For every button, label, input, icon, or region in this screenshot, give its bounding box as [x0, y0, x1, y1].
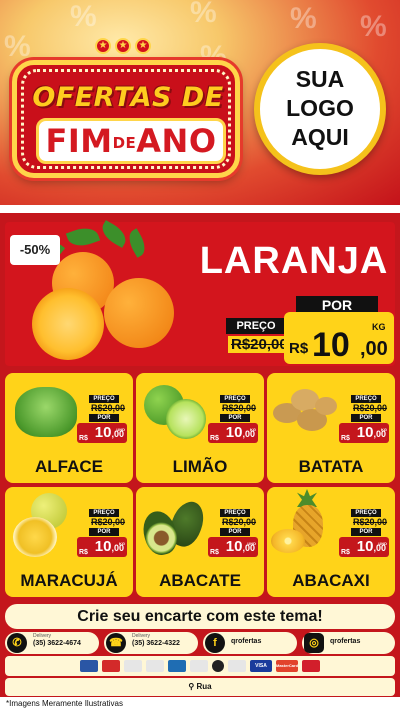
product-card: PREÇO R$20,00 POR R$ 10,00 UND ABACATE: [136, 487, 264, 597]
contact-whatsapp[interactable]: ✆ Delivery (35) 3622-4674: [5, 632, 99, 654]
mastercard-icon: MasterCard: [276, 660, 298, 672]
card-icon: [190, 660, 208, 672]
card-icon: [168, 660, 186, 672]
product-card: PREÇO R$20,00 POR R$ 10,00 KG MARACUJÁ: [5, 487, 133, 597]
address-bar: ⚲ Rua: [5, 678, 395, 696]
confetti-decoration: %: [4, 30, 31, 63]
product-name: ABACAXI: [292, 571, 370, 590]
card-icon: [212, 660, 224, 672]
footer: *Imagens Meramente Ilustrativas: [0, 697, 400, 711]
passion-fruit-half-icon: [13, 517, 57, 557]
payment-methods: VISA MasterCard: [5, 656, 395, 676]
product-name: BATATA: [298, 457, 364, 476]
product-card: PREÇO R$20,00 POR R$ 10,00 UND ALFACE: [5, 373, 133, 483]
product-name: ALFACE: [35, 457, 103, 476]
potato-icon: [315, 397, 337, 415]
confetti-decoration: %: [360, 10, 387, 43]
pineapple-slice-icon: [271, 529, 305, 553]
product-name: ABACATE: [159, 571, 241, 590]
disclaimer: *Imagens Meramente Ilustrativas: [6, 699, 123, 708]
whatsapp-icon: ✆: [7, 633, 27, 653]
star-decoration: ★ ★ ★: [95, 38, 151, 54]
card-icon: [146, 660, 164, 672]
headline-line1: OFERTAS DE: [32, 82, 224, 113]
product-card: PREÇO R$20,00 POR R$ 10,00 KG LIMÃO: [136, 373, 264, 483]
card-icon: [302, 660, 320, 672]
instagram-icon: ◎: [304, 633, 324, 653]
product-name: LIMÃO: [172, 457, 228, 476]
orange-slice-icon: [32, 288, 104, 360]
contact-phone[interactable]: ☎ Delivery (35) 3622-4322: [104, 632, 198, 654]
contact-facebook[interactable]: f qrofertas: [203, 632, 297, 654]
old-price: R$20,00: [228, 336, 291, 353]
card-icon: [228, 660, 246, 672]
lettuce-icon: [15, 387, 77, 437]
product-name: MARACUJÁ: [20, 571, 118, 590]
featured-product-name: LARANJA: [199, 240, 389, 282]
headline-line2: FIMDEANO: [36, 118, 226, 164]
phone-icon: ☎: [106, 633, 126, 653]
card-icon: [80, 660, 98, 672]
contact-instagram[interactable]: ◎ qrofertas: [302, 632, 395, 654]
orange-icon: [104, 278, 174, 348]
discount-badge: -50%: [10, 235, 60, 265]
preco-label: PREÇO: [226, 318, 286, 334]
confetti-decoration: %: [290, 2, 317, 35]
card-icon: [124, 660, 142, 672]
product-card: PREÇO R$20,00 POR R$ 10,00 KG BATATA: [267, 373, 395, 483]
cta-banner[interactable]: Crie seu encarte com este tema!: [5, 604, 395, 629]
card-icon: [102, 660, 120, 672]
lime-slice-icon: [166, 399, 206, 439]
confetti-decoration: %: [190, 0, 217, 29]
confetti-decoration: %: [70, 0, 97, 33]
featured-price: R$ 10 ,00 KG: [284, 312, 394, 364]
logo-placeholder: SUA LOGO AQUI: [254, 43, 386, 175]
product-card: PREÇO R$20,00 POR R$ 10,00 UND ABACAXI: [267, 487, 395, 597]
visa-icon: VISA: [250, 660, 272, 672]
facebook-icon: f: [205, 633, 225, 653]
